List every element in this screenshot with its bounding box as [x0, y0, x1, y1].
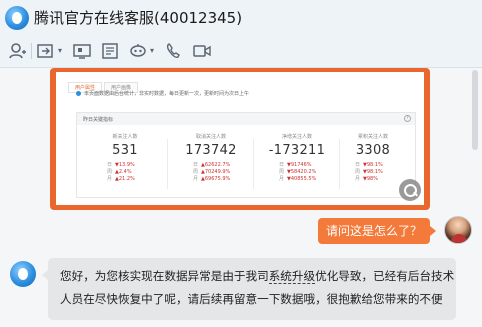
- transfer-icon[interactable]: [36, 42, 56, 60]
- document-icon[interactable]: [100, 42, 120, 60]
- robot-icon[interactable]: [128, 42, 148, 60]
- contact-icon[interactable]: [8, 42, 28, 60]
- transfer-dropdown-icon[interactable]: ▾: [56, 42, 64, 60]
- robot-dropdown-icon[interactable]: ▾: [148, 42, 156, 60]
- agent-avatar[interactable]: [10, 261, 36, 287]
- user-avatar[interactable]: [444, 216, 472, 244]
- metrics-card-title: 昨日关键指标: [77, 113, 415, 125]
- incoming-message: 您好，为您核实现在数据异常是由于我司系统升级优化导致，已经有后台技术 人员在尽快…: [42, 258, 456, 320]
- chat-toolbar: ▾ ▾: [0, 34, 482, 68]
- screen-icon[interactable]: [72, 42, 92, 60]
- scrollbar[interactable]: [472, 70, 478, 150]
- image-tabs: 用户属性 用户画像: [68, 74, 140, 93]
- highlighted-term[interactable]: 系统升级: [268, 269, 316, 284]
- chat-area[interactable]: 用户属性 用户画像 本页面数据由后台统计，非实时数据，每日更新一次，更新时间为次日…: [0, 68, 482, 327]
- phone-icon[interactable]: [164, 42, 184, 60]
- metric-new-followers: 新关注人数 531 日 ▼13.9% 周 ▲2.4% 月 ▲21.2%: [107, 134, 138, 182]
- metric-total-followers: 累积关注人数 3308 日 ▼98.1% 周 ▼98.1% 月 ▼98%: [355, 134, 391, 182]
- metric-unfollowers: 取消关注人数 173742 日 ▲62622.7% 周 ▲70249.9% 月 ▲69…: [185, 134, 237, 182]
- image-note: 本页面数据由后台统计，非实时数据，每日更新一次，更新时间为次日上午: [76, 90, 249, 97]
- metrics-card: 昨日关键指标 ? 新关注人数 531 日 ▼13.9% 周 ▲2.4% 月 ▲21.2…: [76, 112, 416, 198]
- window-title: 腾讯官方在线客服(40012345): [34, 9, 243, 27]
- outgoing-message: 请问这是怎么了？: [318, 218, 436, 244]
- metric-net-growth: 净增关注人数 -173211 日 ▼91746% 周 ▼58420.2% 月 ▼408…: [268, 134, 326, 182]
- image-content: 用户属性 用户画像 本页面数据由后台统计，非实时数据，每日更新一次，更新时间为次日…: [56, 72, 424, 205]
- help-icon: ?: [404, 115, 411, 122]
- title-bar: 腾讯官方在线客服(40012345): [0, 0, 482, 34]
- image-message[interactable]: 用户属性 用户画像 本页面数据由后台统计，非实时数据，每日更新一次，更新时间为次日…: [50, 68, 430, 210]
- zoom-icon[interactable]: [399, 179, 421, 201]
- qq-logo-icon: [5, 6, 29, 30]
- info-icon: [76, 91, 81, 96]
- video-icon[interactable]: [192, 42, 212, 60]
